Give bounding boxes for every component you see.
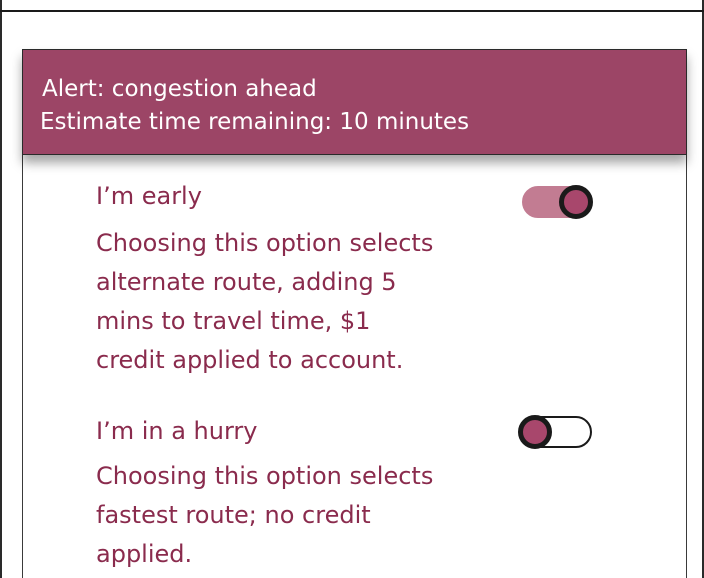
congestion-alert-banner: Alert: congestion ahead Estimate time re… xyxy=(22,49,687,155)
option-early-description: Choosing this option selects alternate r… xyxy=(96,224,433,380)
toggle-knob xyxy=(559,185,593,219)
description-line: credit applied to account. xyxy=(96,346,404,374)
alert-time-remaining: Estimate time remaining: 10 minutes xyxy=(40,109,470,135)
alert-title: Alert: congestion ahead xyxy=(42,76,317,102)
toggle-knob xyxy=(518,415,552,449)
option-early-title: I’m early xyxy=(96,182,202,210)
description-line: Choosing this option selects xyxy=(96,229,434,257)
description-line: applied. xyxy=(96,540,193,568)
description-line: alternate route, adding 5 xyxy=(96,268,397,296)
option-hurry-toggle[interactable] xyxy=(518,415,592,449)
top-divider xyxy=(0,10,704,12)
description-line: fastest route; no credit xyxy=(96,501,371,529)
option-early-toggle[interactable] xyxy=(522,185,593,219)
description-line: Choosing this option selects xyxy=(96,462,434,490)
option-hurry-description: Choosing this option selects fastest rou… xyxy=(96,457,433,574)
option-hurry-title: I’m in a hurry xyxy=(96,417,258,445)
description-line: mins to travel time, $1 xyxy=(96,307,371,335)
